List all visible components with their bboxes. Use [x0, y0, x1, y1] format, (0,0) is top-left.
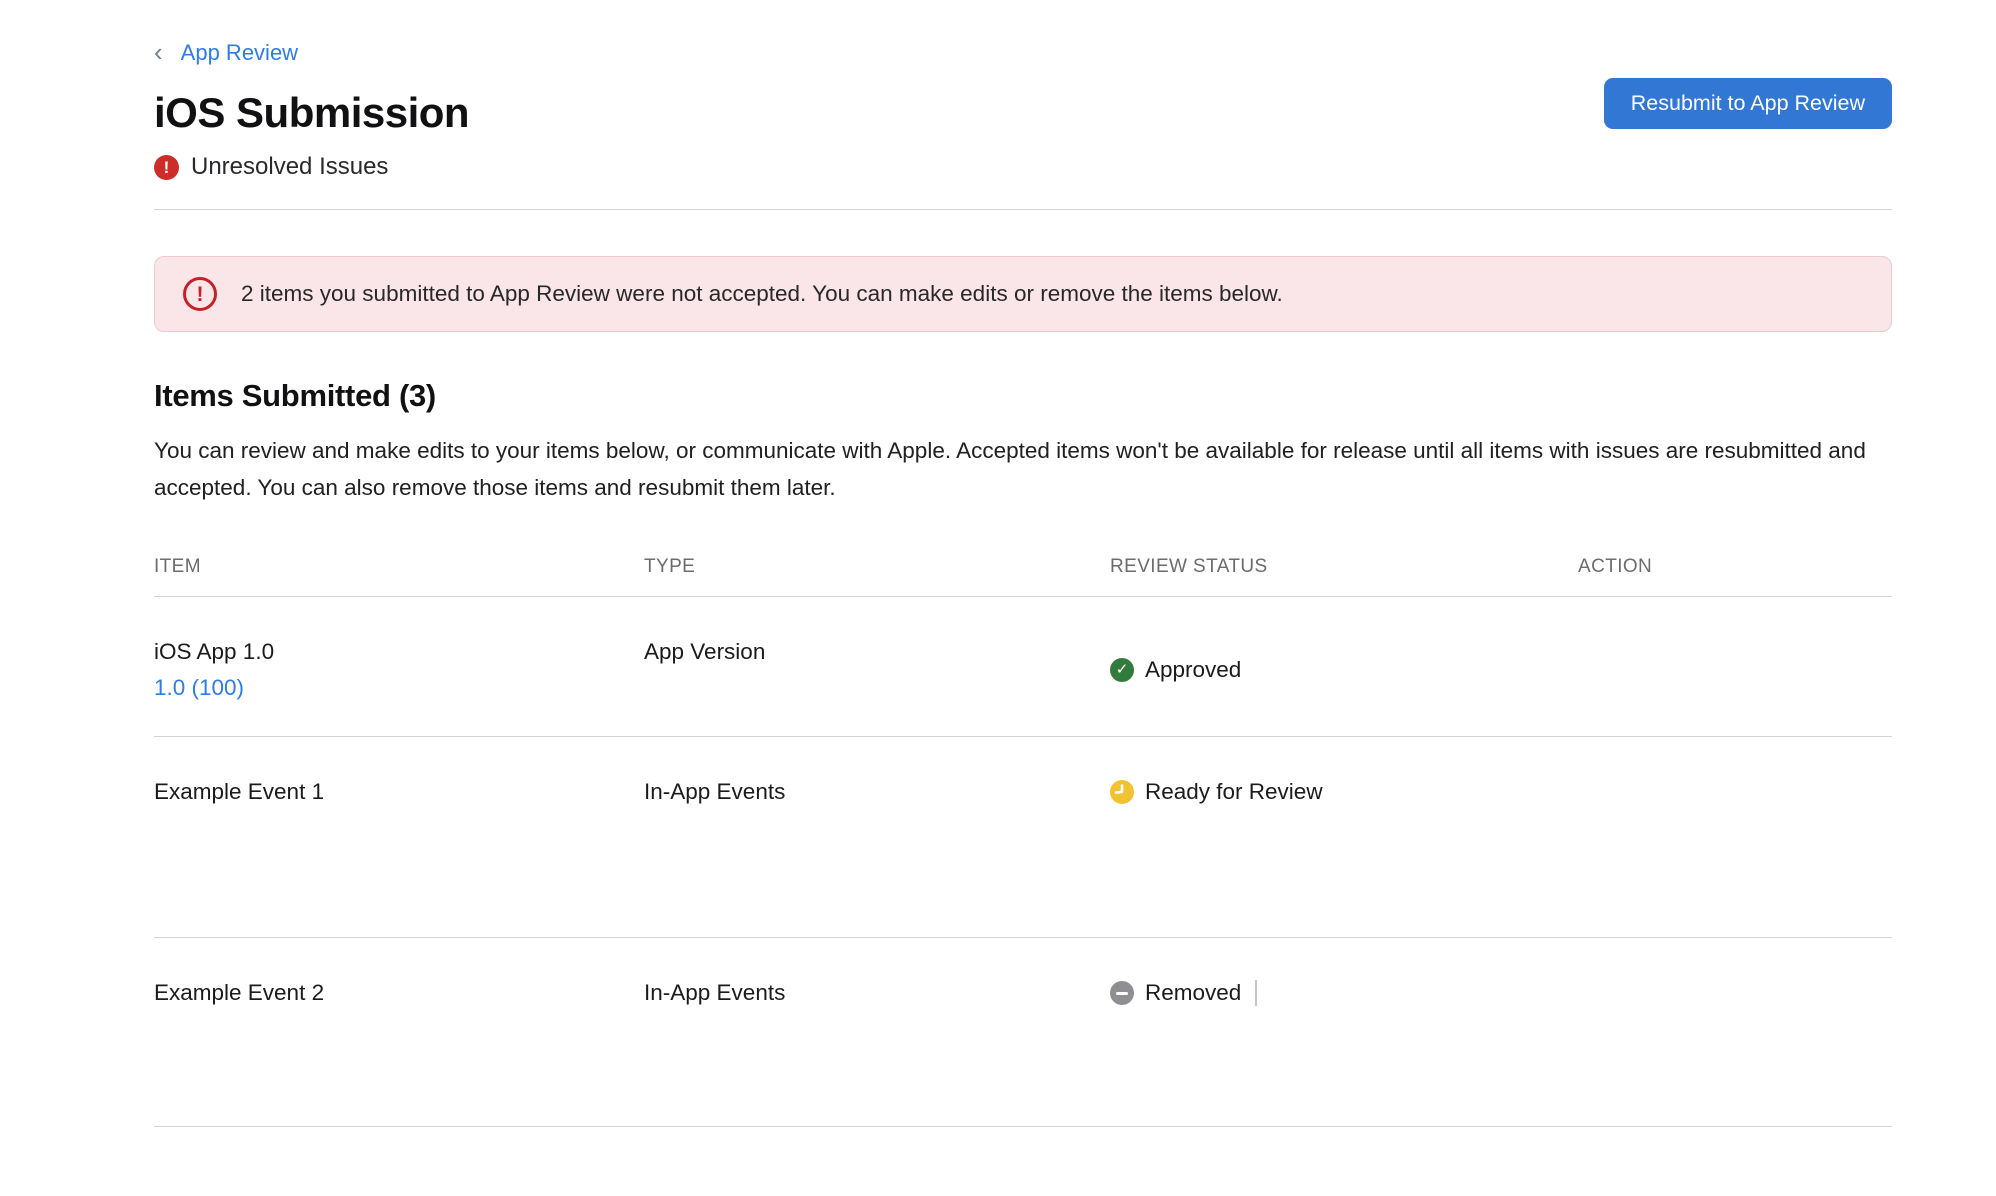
resubmit-to-app-review-button[interactable]: Resubmit to App Review — [1604, 78, 1892, 129]
type-cell: In-App Events — [644, 980, 1110, 1006]
items-submitted-heading: Items Submitted (3) — [154, 378, 1892, 414]
exclamation-glyph: ! — [197, 284, 204, 305]
column-header-item: ITEM — [154, 556, 644, 578]
table-header-row: ITEM TYPE REVIEW STATUS ACTION — [154, 556, 1892, 597]
review-status-cell: ✓ Approved — [1110, 639, 1578, 701]
alert-banner: ! 2 items you submitted to App Review we… — [154, 256, 1892, 332]
column-header-action: ACTION — [1578, 556, 1892, 578]
header-divider — [154, 209, 1892, 210]
exclamation-glyph: ! — [164, 159, 170, 176]
minus-glyph — [1116, 992, 1128, 995]
version-build-link[interactable]: 1.0 (100) — [154, 675, 244, 701]
status-label: Approved — [1145, 657, 1241, 683]
unresolved-issues-icon: ! — [154, 155, 179, 180]
review-status-cell: Ready for Review — [1110, 779, 1578, 805]
alert-message: 2 items you submitted to App Review were… — [241, 281, 1283, 307]
action-cell — [1578, 639, 1892, 701]
items-table: ITEM TYPE REVIEW STATUS ACTION iOS App 1… — [154, 556, 1892, 1127]
main-content: ‹ App Review iOS Submission Resubmit to … — [154, 0, 1892, 1127]
column-header-review-status: REVIEW STATUS — [1110, 556, 1578, 578]
breadcrumb-back-link[interactable]: ‹ App Review — [154, 40, 298, 66]
type-cell: In-App Events — [644, 779, 1110, 805]
items-submitted-description: You can review and make edits to your it… — [154, 432, 1886, 506]
item-cell: Example Event 2 — [154, 980, 644, 1006]
text-cursor — [1255, 980, 1257, 1006]
review-status-cell: Removed — [1110, 980, 1578, 1006]
approved-check-icon: ✓ — [1110, 658, 1134, 682]
unresolved-issues-status: ! Unresolved Issues — [154, 153, 1892, 181]
clock-glyph — [1110, 780, 1134, 804]
status-label: Ready for Review — [1145, 779, 1323, 805]
breadcrumb-label: App Review — [181, 40, 298, 66]
action-cell — [1578, 980, 1892, 1006]
unresolved-issues-label: Unresolved Issues — [191, 153, 388, 181]
chevron-left-icon: ‹ — [154, 39, 163, 65]
item-cell: iOS App 1.0 1.0 (100) — [154, 639, 644, 701]
action-cell — [1578, 779, 1892, 805]
item-name: iOS App 1.0 — [154, 639, 644, 665]
ready-for-review-clock-icon — [1110, 780, 1134, 804]
check-glyph: ✓ — [1116, 662, 1129, 677]
table-row: Example Event 1 In-App Events Ready for … — [154, 737, 1892, 938]
table-row: iOS App 1.0 1.0 (100) App Version ✓ Appr… — [154, 597, 1892, 737]
item-cell: Example Event 1 — [154, 779, 644, 805]
removed-minus-icon — [1110, 981, 1134, 1005]
alert-exclamation-icon: ! — [183, 277, 217, 311]
column-header-type: TYPE — [644, 556, 1110, 578]
status-label: Removed — [1145, 980, 1241, 1006]
type-cell: App Version — [644, 639, 1110, 701]
table-row: Example Event 2 In-App Events Removed — [154, 938, 1892, 1127]
